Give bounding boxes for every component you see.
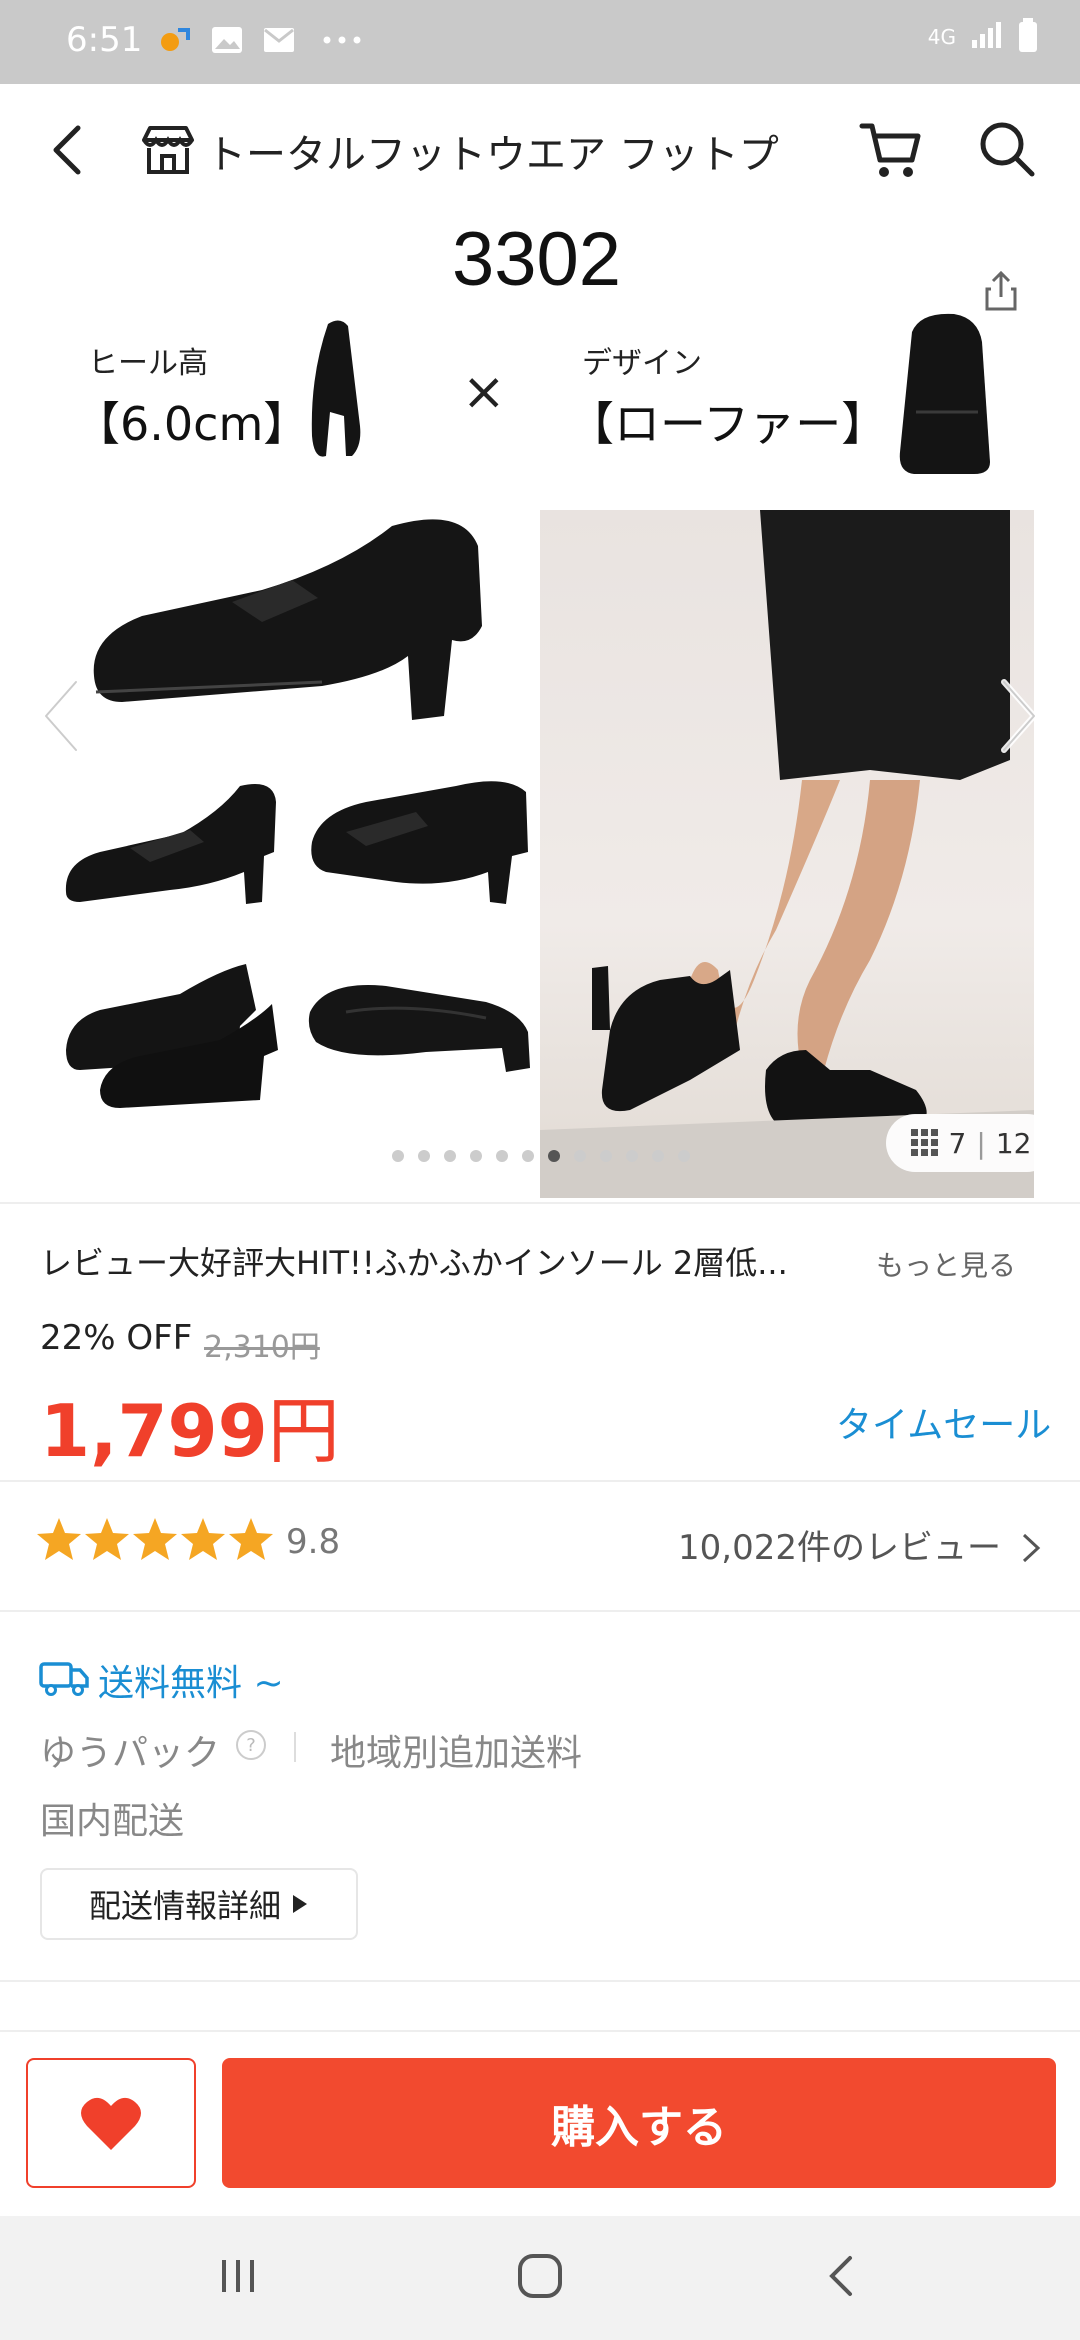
grid-icon (910, 1129, 938, 1156)
system-navigation-bar (0, 2216, 1080, 2340)
shipping-details-label: 配送情報詳細 (88, 1887, 281, 1925)
gallery-prev-arrow[interactable] (36, 676, 86, 760)
shipping-details-button[interactable]: 配送情報詳細 (40, 1868, 358, 1940)
store-name-link[interactable]: トータルフットウエア フットプ (206, 122, 786, 182)
star-icon (181, 1518, 225, 1560)
image-heel-label: ヒール高 (88, 346, 208, 381)
image-heel-value: 【6.0cm】 (74, 397, 310, 451)
favorite-button[interactable] (26, 2058, 196, 2188)
heel-shoe-thumbnail (311, 320, 361, 457)
original-price: 2,310円 (204, 1330, 320, 1365)
gallery-total-count: 12 (995, 1126, 1032, 1160)
triangle-right-icon (293, 1895, 307, 1913)
gallery-current-index: 7 (948, 1126, 967, 1160)
top-bar: トータルフットウエア フットプ (0, 84, 1080, 218)
product-title: レビュー大好評大HIT!!ふかふかインソール 2層低... (40, 1244, 788, 1282)
main-shoe-image (93, 519, 482, 720)
price-unit: 円 (267, 1389, 340, 1473)
gallery-pagination-dots (392, 1150, 690, 1162)
recent-apps-button[interactable] (208, 2246, 268, 2306)
pagination-dot (574, 1150, 586, 1162)
time-sale-link[interactable]: タイムセール (836, 1396, 1051, 1448)
chevron-right-icon (1022, 1533, 1040, 1563)
shoe-pair-image (66, 964, 278, 1108)
heart-icon (81, 2097, 141, 2150)
image-design-value: 【ローファー】 (568, 397, 888, 451)
counter-separator: | (976, 1126, 986, 1160)
pagination-dot (600, 1150, 612, 1162)
shoe-angle-image-1 (65, 784, 276, 904)
notification-app-icon (158, 24, 194, 56)
product-image-gallery[interactable]: 3302 ヒール高 【6.0cm】 × デザイン 【ローファー】 7 | 12 (0, 216, 1080, 1202)
cart-button[interactable] (858, 116, 924, 182)
bottom-action-bar: 購入する (0, 2030, 1080, 2218)
gallery-icon (210, 24, 244, 56)
gallery-next-arrow[interactable] (994, 676, 1044, 760)
star-icon (133, 1518, 177, 1560)
pagination-dot (496, 1150, 508, 1162)
sale-price: 1,799円 (40, 1372, 340, 1477)
regional-shipping-fee: 地域別追加送料 (330, 1733, 583, 1774)
star-icon (85, 1518, 129, 1560)
buy-button[interactable]: 購入する (222, 2058, 1056, 2188)
pagination-dot (418, 1150, 430, 1162)
image-model-number: 3302 (452, 217, 622, 302)
back-button[interactable] (40, 118, 100, 182)
separator (294, 1732, 296, 1762)
carrier-name: ゆうパック (40, 1733, 221, 1774)
pagination-dot (470, 1150, 482, 1162)
status-bar: 6:51 4G (0, 0, 1080, 84)
status-time: 6:51 (66, 20, 143, 60)
more-notifications-icon (322, 24, 362, 56)
gallery-counter-button[interactable]: 7 | 12 (886, 1114, 1056, 1172)
share-button[interactable] (966, 256, 1036, 326)
divider (0, 1202, 1080, 1204)
image-design-label: デザイン (582, 346, 702, 381)
divider (0, 1610, 1080, 1612)
search-button[interactable] (976, 118, 1038, 180)
shoe-angle-image-2 (311, 781, 528, 904)
free-shipping-label[interactable]: 送料無料 ~ (98, 1654, 284, 1706)
pagination-dot (652, 1150, 664, 1162)
pagination-dot (392, 1150, 404, 1162)
truck-icon (38, 1658, 90, 1702)
system-back-button[interactable] (812, 2246, 872, 2306)
star-rating (36, 1516, 274, 1562)
signal-icon (970, 20, 1004, 54)
rating-score: 9.8 (286, 1522, 341, 1562)
pagination-dot (522, 1150, 534, 1162)
pagination-dot (678, 1150, 690, 1162)
divider (0, 1980, 1080, 1982)
star-icon (37, 1518, 81, 1560)
image-times-sign: × (462, 362, 506, 422)
reviews-link[interactable]: 10,022件のレビュー (678, 1520, 1044, 1569)
home-button[interactable] (510, 2246, 570, 2306)
model-photo (540, 510, 1034, 1198)
show-more-link[interactable]: もっと見る (876, 1244, 1016, 1284)
pagination-dot (444, 1150, 456, 1162)
store-icon[interactable] (138, 120, 198, 180)
mail-icon (262, 24, 296, 56)
network-label: 4G (927, 25, 956, 49)
sale-price-value: 1,799 (40, 1389, 268, 1473)
star-icon (229, 1518, 273, 1560)
discount-rate: 22% OFF (40, 1318, 193, 1358)
help-icon[interactable]: ? (236, 1730, 266, 1760)
reviews-count: 10,022件のレビュー (678, 1528, 1001, 1568)
pagination-dot (626, 1150, 638, 1162)
pagination-dot (548, 1150, 560, 1162)
domestic-shipping: 国内配送 (40, 1801, 185, 1842)
shoe-sole-image (308, 985, 530, 1072)
battery-icon (1018, 18, 1038, 56)
loafer-shoe-thumbnail (899, 313, 990, 474)
divider (0, 1480, 1080, 1482)
